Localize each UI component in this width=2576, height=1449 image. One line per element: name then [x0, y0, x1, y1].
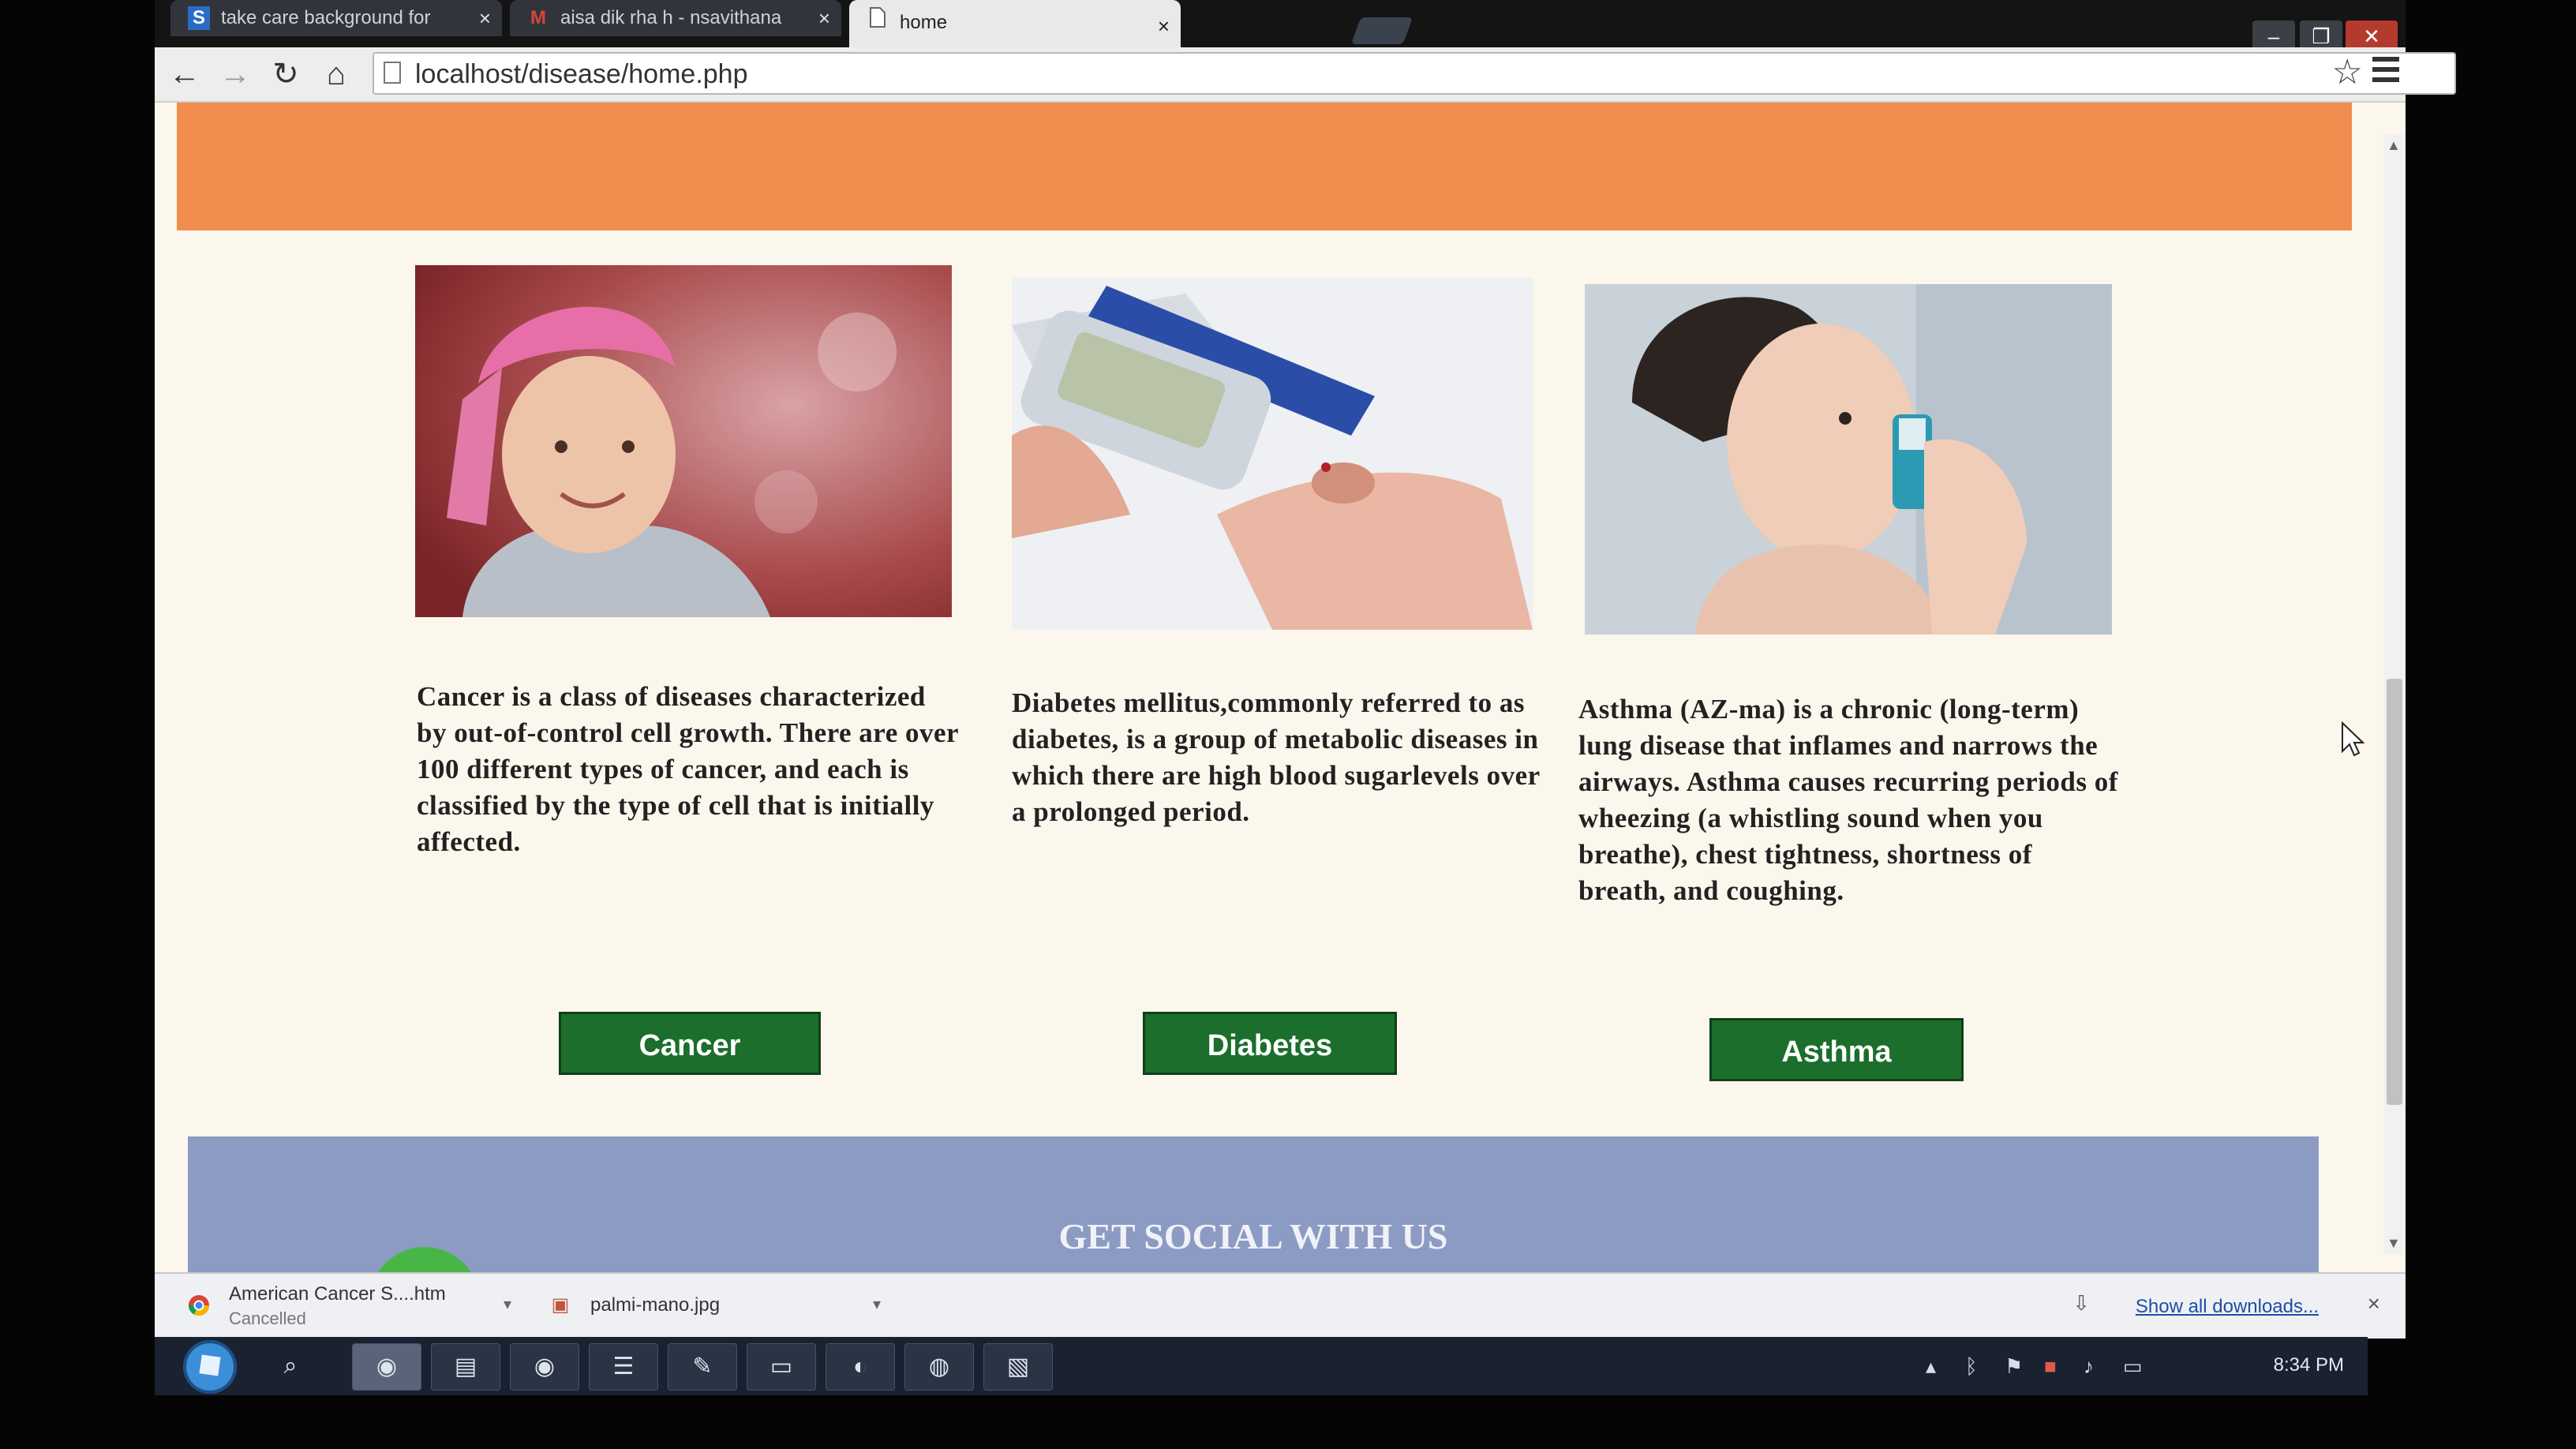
- windows-taskbar: ⌕ ◉ ▤ ◉ ☰ ✎ ▭ ◐ ◍ ▧ ▴ ᛒ ⚑ ■ ♪ ▭ 8:34 PM: [155, 1337, 2368, 1395]
- cancer-image: [415, 265, 952, 617]
- new-tab-button[interactable]: [1350, 17, 1413, 44]
- scrollbar-thumb[interactable]: [2387, 679, 2402, 1105]
- tab-gmail[interactable]: M aisa dik rha h - nsavithana ×: [510, 0, 841, 36]
- asthma-button[interactable]: Asthma: [1709, 1018, 1964, 1081]
- page-icon: [384, 62, 401, 84]
- download-item[interactable]: American Cancer S....htm Cancelled ▾: [188, 1280, 527, 1332]
- taskbar-folder-icon[interactable]: ▭: [747, 1343, 816, 1391]
- chrome-icon: [188, 1294, 210, 1316]
- download-shelf: American Cancer S....htm Cancelled ▾ ▣ p…: [155, 1272, 2406, 1339]
- taskbar-paint-icon[interactable]: ▧: [983, 1343, 1053, 1391]
- tab-label: aisa dik rha h - nsavithana: [560, 7, 782, 28]
- url-text[interactable]: localhost/disease/home.php: [415, 54, 748, 95]
- s-favicon-icon: S: [188, 6, 210, 30]
- cancer-button[interactable]: Cancer: [559, 1012, 821, 1075]
- tab-home[interactable]: home ×: [849, 0, 1181, 49]
- taskbar-firefox-icon[interactable]: ◐: [826, 1343, 895, 1391]
- taskbar-chrome-2-icon[interactable]: ◉: [510, 1343, 579, 1391]
- tab-label: home: [900, 12, 948, 33]
- scroll-up-arrow-icon[interactable]: ▲: [2387, 137, 2401, 154]
- cancer-description: Cancer is a class of diseases characteri…: [417, 681, 959, 857]
- action-center-flag-icon[interactable]: ⚑: [2005, 1354, 2023, 1379]
- download-status: Cancelled: [229, 1309, 306, 1328]
- page-viewport: Cancer is a class of diseases characteri…: [155, 103, 2406, 1272]
- taskbar-notepad-icon[interactable]: ✎: [668, 1343, 737, 1391]
- security-icon[interactable]: ■: [2044, 1354, 2057, 1379]
- show-hidden-icons-icon[interactable]: ▴: [1926, 1354, 1936, 1379]
- back-arrow-icon[interactable]: ←: [166, 55, 204, 93]
- tab-take-care[interactable]: S take care background for ×: [170, 0, 502, 36]
- home-icon[interactable]: ⌂: [317, 55, 355, 93]
- start-button[interactable]: [183, 1340, 237, 1394]
- scroll-down-arrow-icon[interactable]: ▼: [2387, 1235, 2401, 1252]
- address-bar[interactable]: localhost/disease/home.php: [373, 52, 2456, 95]
- taskbar-chrome-icon[interactable]: ◉: [352, 1343, 421, 1391]
- tab-close-icon[interactable]: ×: [1158, 0, 1170, 49]
- diabetes-description: Diabetes mellitus,commonly referred to a…: [1012, 687, 1540, 827]
- page-icon: [867, 6, 889, 30]
- social-title: GET SOCIAL WITH US: [1058, 1216, 1448, 1256]
- header-band: [177, 103, 2352, 230]
- diabetes-image: [1012, 278, 1533, 630]
- download-filename: palmi-mano.jpg: [590, 1294, 721, 1316]
- diabetes-button[interactable]: Diabetes: [1143, 1012, 1397, 1075]
- chrome-menu-icon[interactable]: [2372, 57, 2399, 88]
- gmail-icon: M: [530, 7, 546, 28]
- browser-toolbar: ← → ↻ ⌂ localhost/disease/home.php ☆: [155, 47, 2456, 103]
- tab-close-icon[interactable]: ×: [818, 0, 830, 36]
- reload-icon[interactable]: ↻: [267, 55, 305, 93]
- taskbar-media-icon[interactable]: ◍: [904, 1343, 974, 1391]
- asthma-image: [1585, 284, 2112, 635]
- forward-arrow-icon[interactable]: →: [216, 55, 254, 93]
- asthma-description: Asthma (AZ-ma) is a chronic (long-term) …: [1578, 694, 2118, 906]
- volume-icon[interactable]: ♪: [2084, 1354, 2094, 1379]
- page-scrollbar[interactable]: ▲ ▼: [2383, 134, 2406, 1255]
- bookmark-star-icon[interactable]: ☆: [2332, 52, 2363, 93]
- download-arrow-icon: ⇩: [2072, 1291, 2090, 1315]
- bluetooth-icon[interactable]: ᛒ: [1965, 1354, 1978, 1379]
- download-filename: American Cancer S....htm: [229, 1283, 446, 1305]
- image-file-icon: ▣: [551, 1294, 570, 1316]
- search-icon[interactable]: ⌕: [267, 1343, 314, 1389]
- tab-close-icon[interactable]: ×: [479, 0, 491, 36]
- taskbar-calculator-icon[interactable]: ▤: [431, 1343, 500, 1391]
- download-menu-caret-icon[interactable]: ▾: [504, 1294, 511, 1314]
- download-item[interactable]: ▣ palmi-mano.jpg ▾: [549, 1280, 897, 1332]
- taskbar-clock[interactable]: 8:34 PM: [2274, 1354, 2344, 1376]
- show-all-downloads-link[interactable]: Show all downloads...: [2136, 1296, 2319, 1318]
- network-icon[interactable]: ▭: [2123, 1354, 2143, 1379]
- tab-label: take care background for: [221, 7, 431, 28]
- download-shelf-close-icon[interactable]: ×: [2368, 1291, 2380, 1316]
- system-tray: ▴ ᛒ ⚑ ■ ♪ ▭ 8:34 PM: [1926, 1337, 2368, 1395]
- download-menu-caret-icon[interactable]: ▾: [873, 1294, 881, 1314]
- social-section: GET SOCIAL WITH US: [188, 1136, 2319, 1272]
- taskbar-list-icon[interactable]: ☰: [589, 1343, 658, 1391]
- tab-strip: S take care background for × M aisa dik …: [155, 0, 2406, 52]
- mouse-cursor-icon: [2342, 721, 2364, 757]
